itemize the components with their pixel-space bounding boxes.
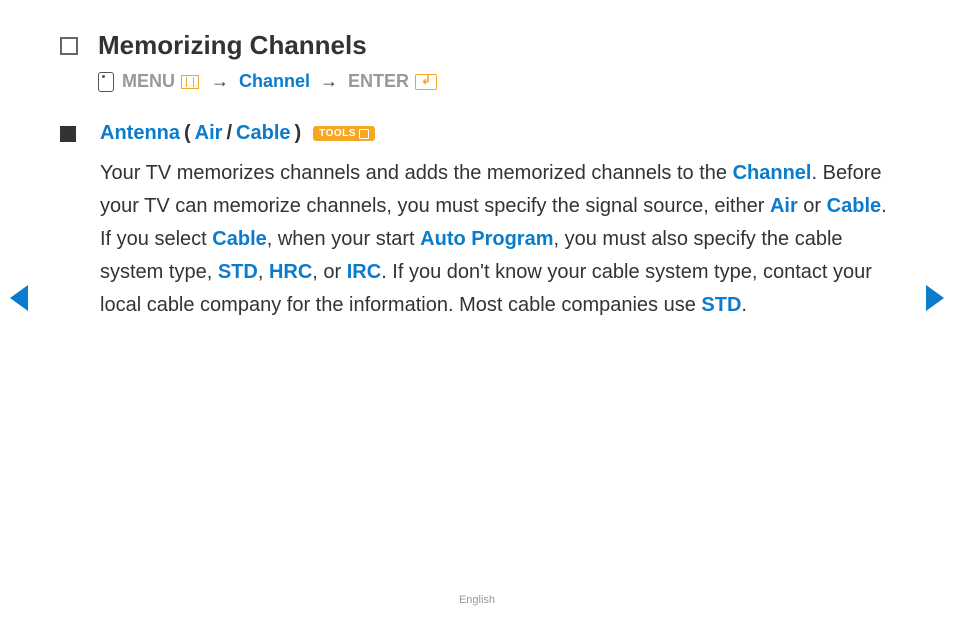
body-text: , <box>258 261 269 283</box>
channel-term: Channel <box>733 162 812 184</box>
irc-term: IRC <box>347 261 381 283</box>
open-paren: ( <box>184 122 191 145</box>
footer-language: English <box>0 594 954 606</box>
remote-icon <box>98 72 114 92</box>
std-term: STD <box>218 261 258 283</box>
hrc-term: HRC <box>269 261 312 283</box>
section-heading: Antenna (Air / Cable) TOOLS <box>100 122 375 145</box>
option-cable: Cable <box>236 122 290 145</box>
page-title: Memorizing Channels <box>98 30 367 61</box>
breadcrumb: MENU → Channel → ENTER <box>98 71 894 92</box>
cable-term: Cable <box>827 195 881 217</box>
nav-channel-link[interactable]: Channel <box>239 71 310 92</box>
nav-enter-label: ENTER <box>348 71 409 92</box>
body-text: or <box>798 195 827 217</box>
option-slash: / <box>226 122 232 145</box>
nav-prev-button[interactable] <box>10 285 28 311</box>
enter-icon <box>415 74 437 90</box>
item-bullet-icon <box>60 126 76 142</box>
air-term: Air <box>770 195 798 217</box>
body-paragraph: Your TV memorizes channels and adds the … <box>100 157 894 322</box>
body-text: , when your start <box>267 228 420 250</box>
std-term: STD <box>701 294 741 316</box>
body-text: , or <box>312 261 346 283</box>
menu-icon <box>181 75 199 89</box>
tools-badge: TOOLS <box>313 126 375 141</box>
antenna-label: Antenna <box>100 122 180 145</box>
option-air: Air <box>195 122 223 145</box>
nav-menu-label: MENU <box>122 71 175 92</box>
arrow-icon: → <box>320 71 338 92</box>
autoprogram-term: Auto Program <box>420 228 553 250</box>
body-text: Your TV memorizes channels and adds the … <box>100 162 733 184</box>
arrow-icon: → <box>211 71 229 92</box>
cable-term: Cable <box>212 228 266 250</box>
close-paren: ) <box>295 122 302 145</box>
body-text: . <box>741 294 747 316</box>
section-bullet-icon <box>60 37 78 55</box>
nav-next-button[interactable] <box>926 285 944 311</box>
